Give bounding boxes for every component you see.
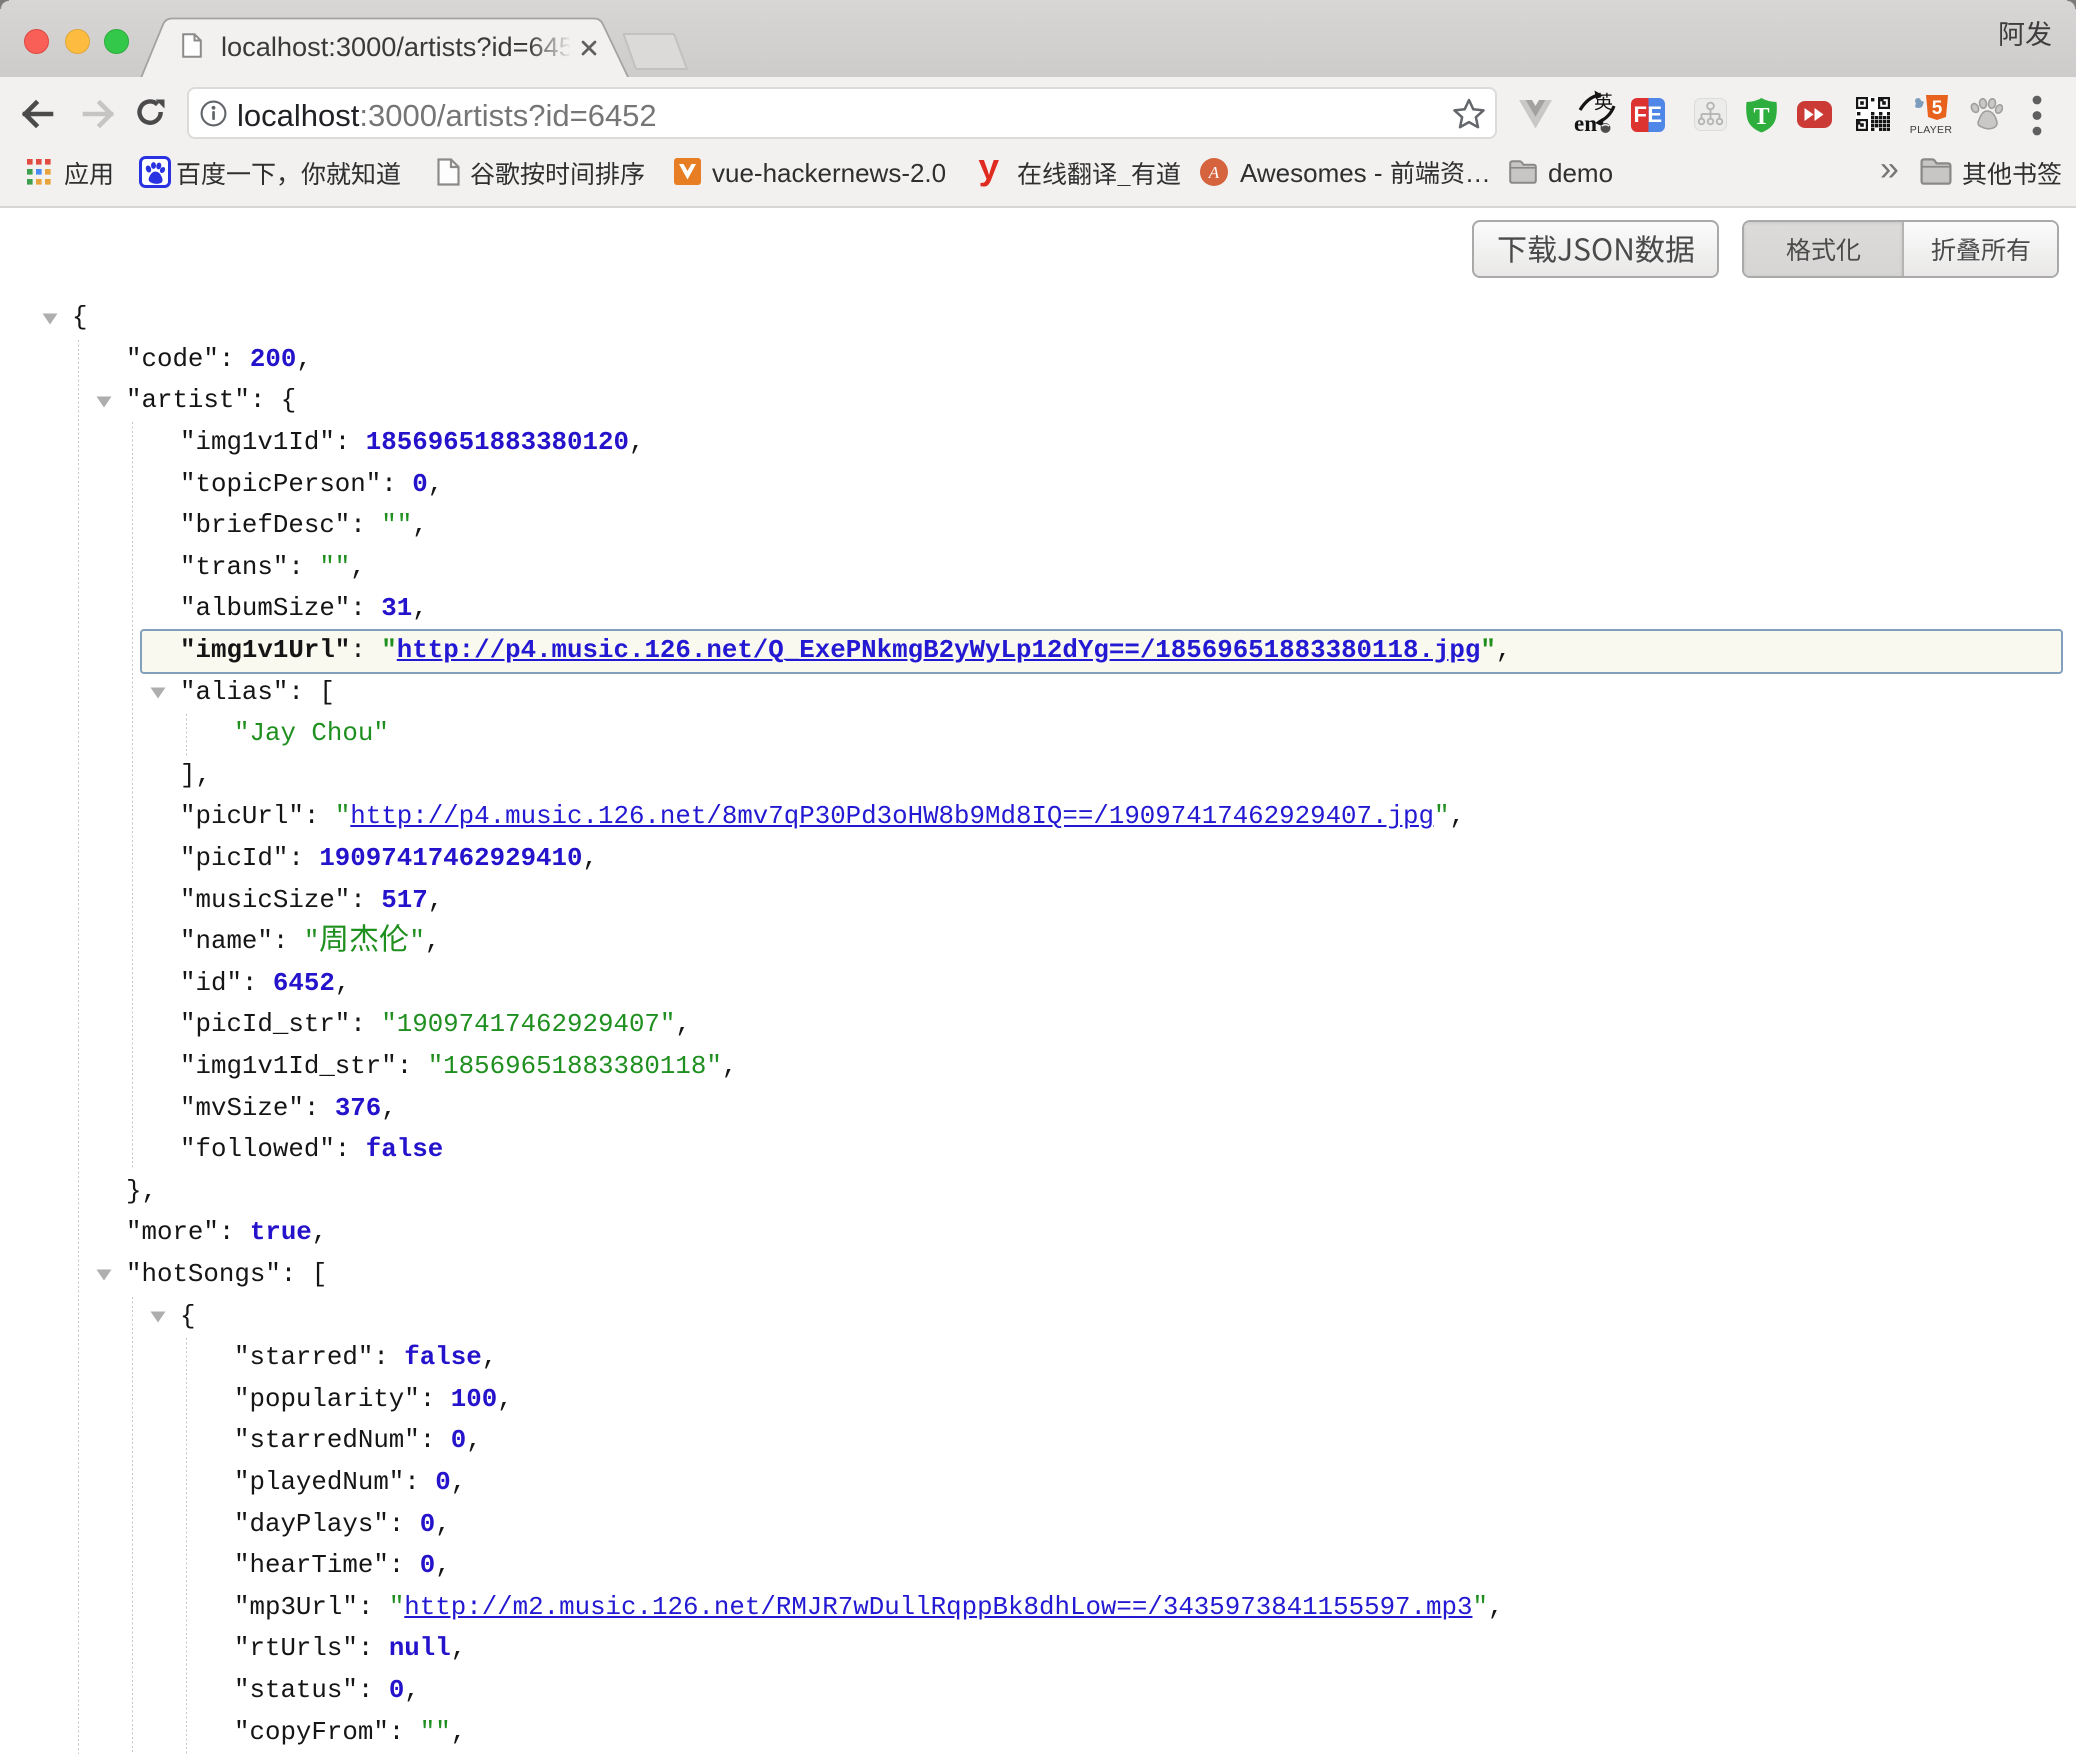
svg-text:T: T (1753, 104, 1769, 130)
svg-text:5: 5 (1932, 98, 1943, 119)
svg-text:A: A (1208, 163, 1220, 182)
